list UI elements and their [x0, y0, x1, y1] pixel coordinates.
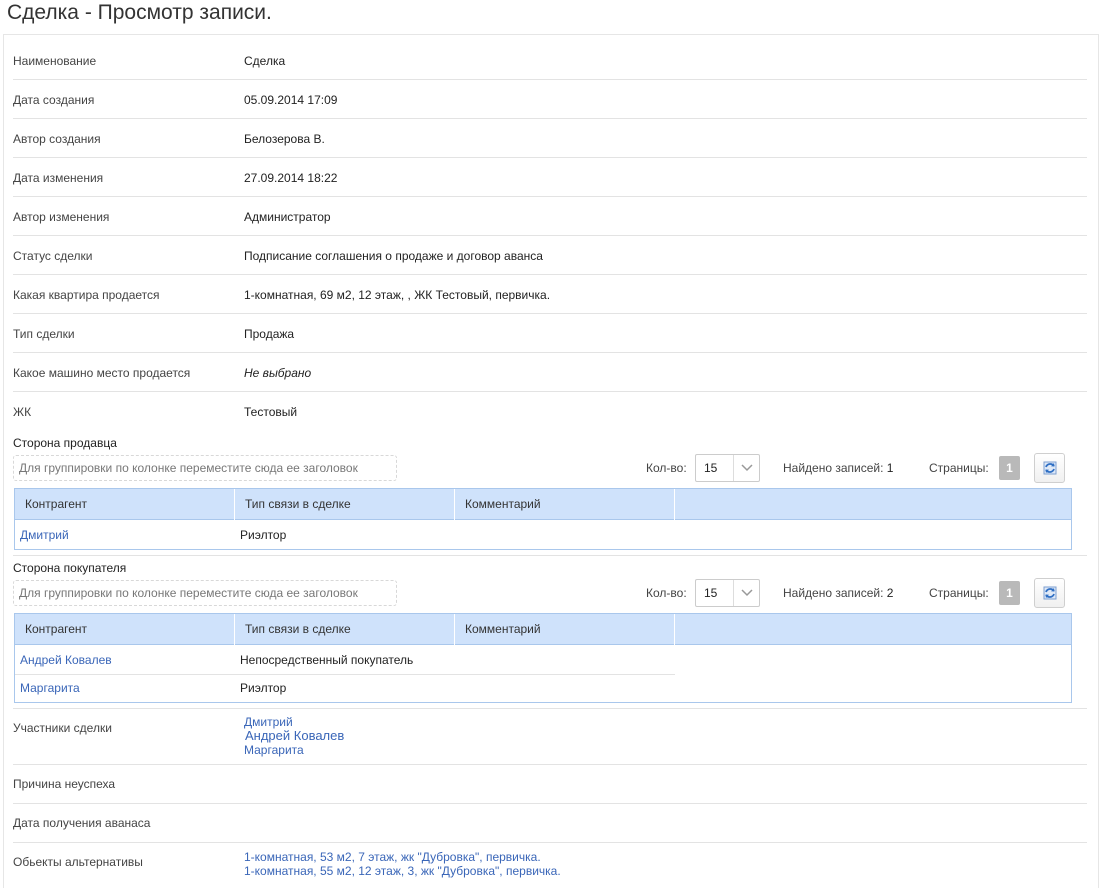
record-panel: Наименование Сделка Дата создания 05.09.…: [3, 34, 1099, 888]
refresh-icon: [1043, 586, 1056, 600]
created-by-link[interactable]: Белозерова В.: [244, 132, 325, 146]
field-row-alternatives: Обьекты альтернативы 1-комнатная, 53 м2,…: [13, 843, 1087, 889]
refresh-icon: [1043, 461, 1056, 475]
field-row-modified-by: Автор изменения Администратор: [13, 197, 1087, 236]
field-label: Статус сделки: [13, 249, 93, 263]
apartment-link[interactable]: 1-комнатная, 69 м2, 12 этаж, , ЖК Тестов…: [244, 288, 550, 302]
column-header-party[interactable]: Контрагент: [15, 614, 235, 645]
field-row-advance-date: Дата получения аванаса: [13, 804, 1087, 843]
table-row[interactable]: Дмитрий Риэлтор: [15, 521, 675, 549]
complex-link[interactable]: Тестовый: [244, 405, 297, 419]
alternatives-list: 1-комнатная, 53 м2, 7 этаж, жк "Дубровка…: [244, 850, 561, 878]
relation-cell: Непосредственный покупатель: [240, 653, 414, 667]
chevron-down-icon[interactable]: [733, 580, 759, 606]
column-header-relation[interactable]: Тип связи в сделке: [235, 489, 455, 520]
modified-by-link[interactable]: Администратор: [244, 210, 331, 224]
chevron-down-icon[interactable]: [733, 455, 759, 481]
field-label: Автор создания: [13, 132, 101, 146]
field-value-parking: Не выбрано: [244, 366, 312, 380]
buyer-page-button[interactable]: 1: [999, 581, 1020, 605]
field-row-created-date: Дата создания 05.09.2014 17:09: [13, 80, 1087, 119]
seller-group-drop-area[interactable]: Для группировки по колонке переместите с…: [13, 455, 397, 481]
buyer-pages-label: Страницы:: [929, 586, 989, 600]
participant-link[interactable]: Дмитрий: [244, 715, 344, 729]
alternative-link[interactable]: 1-комнатная, 53 м2, 7 этаж, жк "Дубровка…: [244, 850, 561, 864]
relation-cell: Риэлтор: [240, 528, 287, 542]
field-label: Тип сделки: [13, 327, 75, 341]
field-label: Причина неуспеха: [13, 777, 116, 791]
field-row-deal-type: Тип сделки Продажа: [13, 314, 1087, 353]
field-row-name: Наименование Сделка: [13, 41, 1087, 80]
seller-count-select[interactable]: 15: [695, 454, 760, 482]
buyer-section-title: Сторона покупателя: [13, 561, 127, 575]
field-row-created-by: Автор создания Белозерова В.: [13, 119, 1087, 158]
buyer-found: Найдено записей: 2: [783, 586, 893, 600]
column-header-relation[interactable]: Тип связи в сделке: [235, 614, 455, 645]
field-value-deal-type: Продажа: [244, 327, 295, 341]
participant-link[interactable]: Маргарита: [244, 743, 344, 757]
field-label: Дата создания: [13, 93, 95, 107]
buyer-group-drop-area[interactable]: Для группировки по колонке переместите с…: [13, 580, 397, 606]
column-header-comment[interactable]: Комментарий: [455, 489, 675, 520]
field-label: Участники сделки: [13, 721, 112, 735]
field-row-apartment: Какая квартира продается 1-комнатная, 69…: [13, 275, 1087, 314]
divider: [13, 555, 1087, 556]
field-row-modified-date: Дата изменения 27.09.2014 18:22: [13, 158, 1087, 197]
party-link[interactable]: Дмитрий: [20, 521, 69, 549]
field-row-parking: Какое машино место продается Не выбрано: [13, 353, 1087, 392]
field-row-failure-reason: Причина неуспеха: [13, 765, 1087, 804]
seller-section-title: Сторона продавца: [13, 436, 117, 450]
seller-count-value: 15: [704, 461, 718, 475]
buyer-count-value: 15: [704, 586, 718, 600]
seller-grid-header: Контрагент Тип связи в сделке Комментари…: [15, 489, 1071, 520]
buyer-found-label: Найдено записей:: [783, 586, 884, 600]
field-label: ЖК: [13, 405, 32, 419]
field-label: Какое машино место продается: [13, 366, 191, 380]
seller-page-button[interactable]: 1: [999, 456, 1020, 480]
field-row-status: Статус сделки Подписание соглашения о пр…: [13, 236, 1087, 275]
buyer-found-value: 2: [886, 586, 894, 600]
seller-grid: Контрагент Тип связи в сделке Комментари…: [14, 488, 1072, 550]
field-label: Дата получения аванаса: [13, 816, 151, 830]
buyer-grid: Контрагент Тип связи в сделке Комментари…: [14, 613, 1072, 703]
field-row-participants: Участники сделки Дмитрий Андрей Ковалев …: [13, 709, 1087, 765]
buyer-grid-header: Контрагент Тип связи в сделке Комментари…: [15, 614, 1071, 645]
participants-list: Дмитрий Андрей Ковалев Маргарита: [244, 715, 344, 757]
field-label: Наименование: [13, 54, 97, 68]
alternative-link[interactable]: 1-комнатная, 55 м2, 12 этаж, 3, жк "Дубр…: [244, 864, 561, 878]
field-value-name: Сделка: [244, 54, 286, 68]
column-header-party[interactable]: Контрагент: [15, 489, 235, 520]
field-label: Автор изменения: [13, 210, 110, 224]
party-link[interactable]: Маргарита: [20, 674, 80, 702]
buyer-refresh-button[interactable]: [1034, 578, 1065, 608]
relation-cell: Риэлтор: [240, 681, 287, 695]
field-row-complex: ЖК Тестовый: [13, 392, 1087, 431]
field-value-created-date: 05.09.2014 17:09: [244, 93, 338, 107]
seller-refresh-button[interactable]: [1034, 453, 1065, 483]
field-label: Обьекты альтернативы: [13, 855, 143, 869]
seller-pages-label: Страницы:: [929, 461, 989, 475]
seller-found: Найдено записей: 1: [783, 461, 893, 475]
table-row[interactable]: Маргарита Риэлтор: [15, 674, 675, 702]
field-label: Дата изменения: [13, 171, 104, 185]
field-value-modified-date: 27.09.2014 18:22: [244, 171, 338, 185]
buyer-count-label: Кол-во:: [646, 586, 687, 600]
column-header-comment[interactable]: Комментарий: [455, 614, 675, 645]
party-link[interactable]: Андрей Ковалев: [20, 646, 112, 674]
buyer-count-select[interactable]: 15: [695, 579, 760, 607]
field-value-status: Подписание соглашения о продаже и догово…: [244, 249, 543, 263]
seller-found-value: 1: [886, 461, 894, 475]
participant-link[interactable]: Андрей Ковалев: [244, 729, 344, 743]
seller-found-label: Найдено записей:: [783, 461, 884, 475]
page-title: Сделка - Просмотр записи.: [7, 1, 272, 24]
seller-count-label: Кол-во:: [646, 461, 687, 475]
table-row[interactable]: Андрей Ковалев Непосредственный покупате…: [15, 646, 675, 674]
field-label: Какая квартира продается: [13, 288, 160, 302]
